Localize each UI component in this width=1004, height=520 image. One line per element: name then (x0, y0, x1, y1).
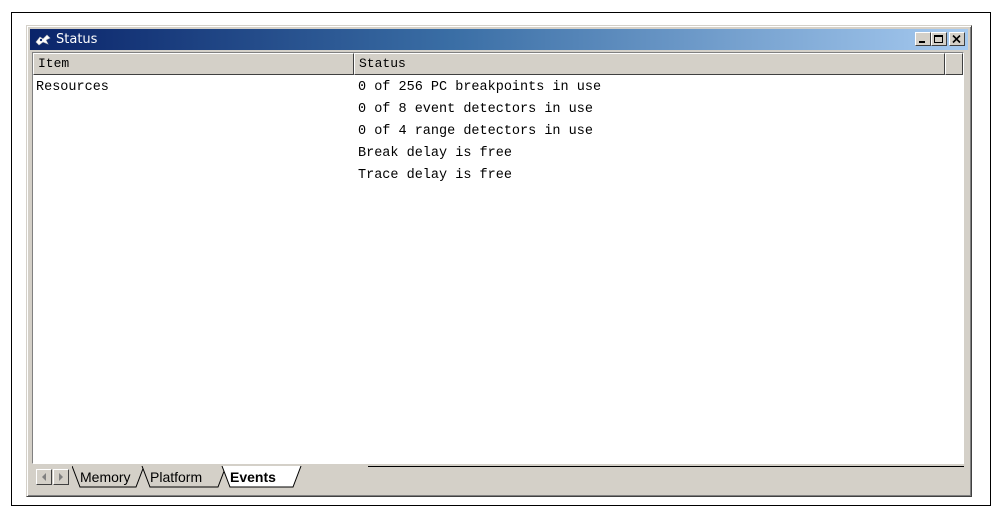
title-buttons (915, 32, 965, 46)
column-header-filler (945, 53, 963, 75)
scroll-right-icon (59, 473, 63, 481)
tab-scroll-left-button[interactable] (36, 469, 52, 485)
close-icon (952, 35, 961, 44)
list-header: Item Status (33, 53, 963, 75)
row-status: Break delay is free (358, 146, 512, 161)
window-title: Status (56, 32, 98, 47)
tab-platform[interactable]: Platform (150, 466, 220, 488)
row-item: Resources (36, 80, 109, 95)
row-status: Trace delay is free (358, 168, 512, 183)
list-row[interactable]: Resources 0 of 256 PC breakpoints in use (33, 77, 963, 99)
scroll-left-icon (42, 473, 46, 481)
tab-events[interactable]: Events (230, 466, 296, 488)
list-row[interactable]: Trace delay is free (33, 165, 963, 187)
list-rows: Resources 0 of 256 PC breakpoints in use… (33, 77, 963, 187)
status-window: Status Item Status Resources 0 of 256 PC… (26, 25, 972, 497)
tab-memory[interactable]: Memory (80, 466, 140, 488)
list-row[interactable]: Break delay is free (33, 143, 963, 165)
row-item (33, 165, 354, 187)
maximize-button[interactable] (931, 32, 947, 46)
row-status: 0 of 4 range detectors in use (358, 124, 593, 139)
column-header-status[interactable]: Status (354, 53, 945, 75)
row-item (33, 121, 354, 143)
column-header-item[interactable]: Item (33, 53, 354, 75)
tab-label: Memory (80, 469, 131, 485)
status-window-icon (34, 32, 52, 48)
row-item (33, 99, 354, 121)
close-button[interactable] (949, 32, 965, 46)
minimize-icon (919, 41, 925, 43)
tab-bar-edge (368, 466, 964, 467)
status-list[interactable]: Item Status Resources 0 of 256 PC breakp… (32, 52, 964, 464)
tab-bar: Memory Platform Events (32, 466, 964, 488)
row-status: 0 of 256 PC breakpoints in use (358, 80, 602, 95)
list-row[interactable]: 0 of 4 range detectors in use (33, 121, 963, 143)
title-bar[interactable]: Status (30, 29, 968, 50)
row-status: 0 of 8 event detectors in use (358, 102, 593, 117)
list-row[interactable]: 0 of 8 event detectors in use (33, 99, 963, 121)
minimize-button[interactable] (915, 32, 931, 46)
row-item (33, 143, 354, 165)
maximize-icon (934, 35, 943, 43)
tab-scroll-right-button[interactable] (53, 469, 69, 485)
tab-label: Platform (150, 469, 203, 485)
tab-label: Events (230, 469, 276, 485)
